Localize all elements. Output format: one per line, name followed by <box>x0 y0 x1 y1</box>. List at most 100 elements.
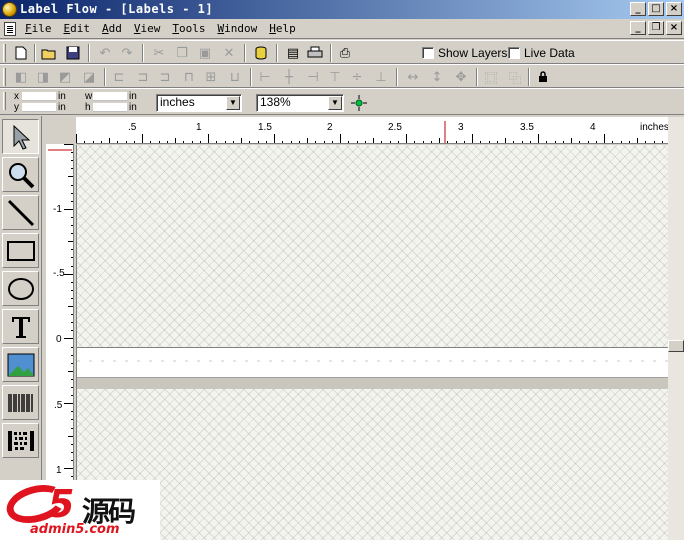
vertical-scrollbar[interactable] <box>668 117 684 540</box>
barcode-tool[interactable] <box>2 385 39 420</box>
minimize-button[interactable]: _ <box>630 2 646 16</box>
text-icon <box>11 316 30 338</box>
live-data-checkbox[interactable]: Live Data <box>508 46 575 60</box>
align-right-icon[interactable]: ⊐ <box>156 68 174 86</box>
align-middle-icon[interactable]: ⊞ <box>202 68 220 86</box>
menu-tools[interactable]: Tools <box>171 22 206 35</box>
text-tool[interactable] <box>2 309 39 344</box>
zoom-tool[interactable] <box>2 157 39 192</box>
distribute-left-icon[interactable]: ⊢ <box>256 68 274 86</box>
toolbar-grip[interactable] <box>3 92 6 110</box>
toolbar-grip[interactable] <box>3 44 6 62</box>
v-ruler-label: .5 <box>54 400 63 411</box>
horizontal-ruler[interactable]: .5 1 1.5 2 2.5 3 3.5 4 inches <box>76 117 668 144</box>
menu-bar: File Edit Add View Tools Window Help _ ❐… <box>0 19 684 39</box>
x-field[interactable] <box>22 92 56 101</box>
cut-icon[interactable]: ✂ <box>150 44 168 62</box>
copy-icon[interactable]: ❐ <box>173 44 191 62</box>
database-icon[interactable] <box>252 44 270 62</box>
menu-edit[interactable]: Edit <box>63 22 92 35</box>
send-backward-icon[interactable]: ◪ <box>80 68 98 86</box>
distribute-bottom-icon[interactable]: ⊥ <box>372 68 390 86</box>
units-select[interactable]: inches ▼ <box>156 94 242 112</box>
menu-file[interactable]: File <box>24 22 53 35</box>
space-vertical-icon[interactable]: ↕ <box>428 68 446 86</box>
paste-icon[interactable]: ▣ <box>196 44 214 62</box>
menu-add[interactable]: Add <box>101 22 123 35</box>
toolbar-separator <box>276 44 278 62</box>
maximize-button[interactable]: □ <box>648 2 664 16</box>
2d-barcode-tool[interactable] <box>2 423 39 458</box>
bring-to-front-icon[interactable]: ◧ <box>12 68 30 86</box>
toolbar-grip[interactable] <box>3 68 6 86</box>
show-layers-checkbox[interactable]: Show Layers <box>422 46 507 60</box>
open-folder-icon[interactable] <box>40 44 58 62</box>
align-left-icon[interactable]: ⊏ <box>110 68 128 86</box>
width-field[interactable] <box>93 92 127 101</box>
ungroup-icon[interactable]: ⿻ <box>506 68 524 87</box>
scroll-thumb[interactable] <box>668 340 684 352</box>
page-setup-icon[interactable]: ⎙ <box>336 44 354 62</box>
tool-palette <box>0 116 42 540</box>
magnifier-icon <box>8 162 34 188</box>
ellipse-tool[interactable] <box>2 271 39 306</box>
standard-toolbar: ↶ ↷ ✂ ❐ ▣ ✕ ▤ ⎙ Show Layers Live Data <box>0 40 684 64</box>
zoom-dropdown-icon[interactable]: ▼ <box>328 96 342 110</box>
title-bar: Label Flow - [Labels - 1] _ □ × <box>0 0 684 19</box>
delete-icon[interactable]: ✕ <box>220 44 238 62</box>
align-bottom-icon[interactable]: ⊔ <box>226 68 244 86</box>
space-both-icon[interactable]: ✥ <box>452 68 470 86</box>
image-tool[interactable] <box>2 347 39 382</box>
menu-help[interactable]: Help <box>268 22 297 35</box>
x-unit: in <box>58 91 66 102</box>
toolbar-separator <box>142 44 144 62</box>
align-center-icon[interactable]: ⊐ <box>134 68 152 86</box>
space-horizontal-icon[interactable]: ↔ <box>404 68 422 86</box>
y-field[interactable] <box>22 103 56 112</box>
redo-icon[interactable]: ↷ <box>118 44 136 62</box>
logo-url: admin5.com <box>30 522 120 537</box>
child-minimize-button[interactable]: _ <box>630 21 646 35</box>
undo-icon[interactable]: ↶ <box>96 44 114 62</box>
toolbar-separator <box>250 68 252 86</box>
distribute-top-icon[interactable]: ⊤ <box>326 68 344 86</box>
distribute-middle-icon[interactable]: ÷ <box>348 68 366 86</box>
y-unit: in <box>58 102 66 113</box>
document-icon[interactable] <box>4 22 16 36</box>
label-area[interactable] <box>77 347 668 377</box>
label-sheet-icon[interactable]: ▤ <box>284 44 302 62</box>
align-top-icon[interactable]: ⊓ <box>180 68 198 86</box>
menu-window[interactable]: Window <box>217 22 259 35</box>
bring-forward-icon[interactable]: ◩ <box>56 68 74 86</box>
app-icon[interactable] <box>2 2 17 17</box>
new-icon[interactable] <box>12 44 30 62</box>
w-label: w <box>85 91 93 102</box>
close-button[interactable]: × <box>666 2 682 16</box>
print-icon[interactable] <box>306 44 324 62</box>
menu-view[interactable]: View <box>133 22 162 35</box>
show-layers-label: Show Layers <box>438 46 508 60</box>
pointer-icon <box>13 124 30 150</box>
distribute-right-icon[interactable]: ⊣ <box>304 68 322 86</box>
zoom-select[interactable]: 138% ▼ <box>256 94 344 112</box>
height-field[interactable] <box>93 103 127 112</box>
label-gap <box>77 377 668 389</box>
rectangle-icon <box>6 240 35 261</box>
group-icon[interactable]: ⿴ <box>482 68 500 87</box>
distribute-center-icon[interactable]: ┼ <box>280 68 298 86</box>
units-dropdown-icon[interactable]: ▼ <box>226 96 240 110</box>
live-data-box[interactable] <box>508 47 520 59</box>
pointer-tool[interactable] <box>2 119 39 154</box>
child-restore-button[interactable]: ❐ <box>648 21 664 35</box>
lock-icon[interactable] <box>534 68 552 86</box>
arrange-toolbar: ◧ ◨ ◩ ◪ ⊏ ⊐ ⊐ ⊓ ⊞ ⊔ ⊢ ┼ ⊣ ⊤ ÷ ⊥ ↔ ↕ ✥ ⿴ … <box>0 64 684 88</box>
zoom-fit-icon[interactable] <box>350 94 368 112</box>
design-canvas[interactable] <box>76 145 668 540</box>
show-layers-box[interactable] <box>422 47 434 59</box>
line-tool[interactable] <box>2 195 39 230</box>
rectangle-tool[interactable] <box>2 233 39 268</box>
save-icon[interactable] <box>64 44 82 62</box>
send-to-back-icon[interactable]: ◨ <box>34 68 52 86</box>
child-close-button[interactable]: × <box>666 21 682 35</box>
v-ruler-label: 1 <box>56 465 62 476</box>
